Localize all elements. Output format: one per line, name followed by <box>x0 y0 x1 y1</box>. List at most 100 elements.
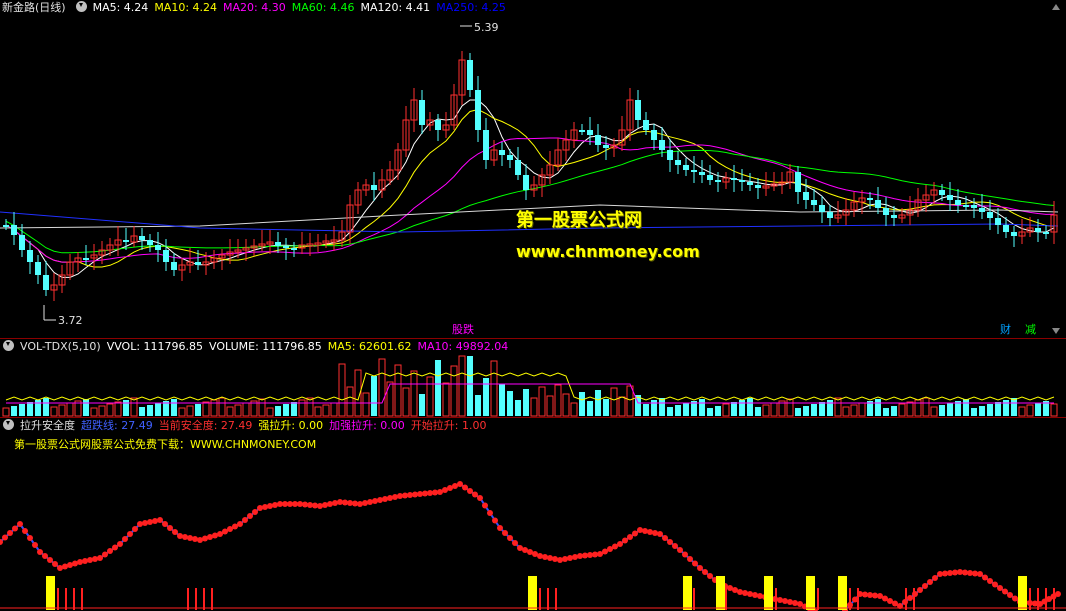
safety-dot <box>647 529 653 535</box>
ma60-line <box>5 149 1055 254</box>
safety-dot <box>87 557 93 563</box>
candlestick <box>155 232 161 262</box>
safety-dot <box>1002 588 1008 595</box>
safety-dot <box>267 503 273 509</box>
safety-dot <box>697 565 703 571</box>
safety-dot <box>632 530 638 537</box>
candlestick <box>123 228 129 250</box>
candlestick <box>442 112 450 138</box>
indicator-chart <box>0 481 1066 611</box>
volume-bar <box>659 398 665 416</box>
safety-dot <box>932 575 938 581</box>
safety-dot <box>1055 591 1061 597</box>
volume-bar <box>298 399 306 417</box>
candlestick <box>570 122 578 148</box>
volume-bar <box>458 355 466 417</box>
volume-bar <box>499 384 505 416</box>
safety-dot <box>617 541 623 547</box>
safety-dot <box>47 557 53 563</box>
candlestick <box>1018 219 1026 244</box>
event-tag-down[interactable]: 股跌 <box>452 322 474 336</box>
candlestick <box>419 90 425 134</box>
strong-signal-bar <box>806 576 815 610</box>
safety-dot <box>477 495 483 501</box>
volume-bar <box>202 401 210 417</box>
safety-dot <box>907 595 913 601</box>
safety-dot <box>572 554 578 560</box>
candlestick <box>43 261 49 296</box>
watermark-title: 第一股票公式网 <box>516 210 642 231</box>
candlestick <box>50 273 58 301</box>
safety-dot <box>537 553 543 559</box>
candlestick <box>722 172 730 189</box>
volume-bar <box>546 395 554 417</box>
volume-bar <box>43 398 49 416</box>
volume-bar <box>83 399 89 416</box>
scroll-down-icon[interactable] <box>1052 328 1060 334</box>
safety-dot <box>562 556 568 562</box>
safety-dot <box>127 531 133 537</box>
volume-bar <box>475 395 481 416</box>
volume-bar <box>106 403 114 417</box>
safety-dot <box>157 517 163 523</box>
volume-bar <box>386 381 394 417</box>
volume-bar <box>643 404 649 416</box>
volume-bar <box>1035 403 1041 416</box>
candlestick <box>354 182 362 214</box>
volume-bar <box>195 404 201 416</box>
price-chart: 5.39 3.72 股跌 财 减 <box>0 21 1059 336</box>
volume-bar <box>1003 400 1009 416</box>
candlestick <box>618 116 626 151</box>
indicator-panel[interactable]: 拉升安全度 超跌线: 27.49 当前安全度: 27.49 强拉升: 0.00 加强拉升… <box>0 418 1066 611</box>
high-price-label: 5.39 <box>474 21 499 34</box>
safety-dot <box>467 488 473 494</box>
volume-bar <box>1011 398 1017 416</box>
safety-dot <box>742 590 748 596</box>
safety-dot <box>257 505 263 511</box>
event-tag-finance[interactable]: 财 <box>1000 322 1011 336</box>
price-panel[interactable]: 新金路(日线) MA5: 4.24 MA10: 4.24 MA20: 4.30 MA60… <box>0 0 1066 338</box>
volume-bar <box>410 370 418 417</box>
volume-bar <box>1026 404 1034 417</box>
safety-dot <box>242 517 248 523</box>
candlestick <box>850 192 858 217</box>
safety-dot <box>382 496 388 502</box>
safety-dot <box>687 556 693 562</box>
volume-panel[interactable]: VOL-TDX(5,10) VVOL: 111796.85 VOLUME: 1117… <box>0 339 1066 417</box>
candlestick <box>114 226 122 256</box>
safety-dot <box>22 528 28 534</box>
safety-dot <box>622 537 628 544</box>
safety-dot <box>192 536 198 542</box>
event-tag-reduce[interactable]: 减 <box>1025 323 1036 336</box>
volume-bar <box>98 405 106 417</box>
volume-bar <box>338 363 346 417</box>
volume-bar <box>987 404 993 416</box>
volume-bar <box>707 408 713 416</box>
safety-dot <box>557 557 563 563</box>
volume-bar <box>2 407 10 417</box>
volume-bar <box>1050 403 1058 417</box>
volume-bar <box>906 401 914 417</box>
volume-bar <box>291 402 297 416</box>
volume-bar <box>610 387 618 417</box>
safety-dot <box>17 521 23 527</box>
candlestick <box>330 226 338 251</box>
safety-dot <box>82 558 88 564</box>
candlestick <box>83 245 89 265</box>
safety-dot <box>367 499 373 505</box>
candlestick <box>210 250 218 269</box>
candlestick <box>683 158 689 176</box>
candlestick <box>691 156 697 183</box>
safety-dot <box>682 551 688 558</box>
volume-bar <box>770 402 778 417</box>
volume-bar <box>178 407 186 417</box>
candlestick <box>458 51 466 105</box>
volume-bar <box>618 396 626 417</box>
safety-dot <box>657 531 663 537</box>
volume-bar <box>979 406 985 416</box>
volume-bar <box>603 399 609 416</box>
safety-dot <box>1007 592 1013 598</box>
candlestick <box>467 53 473 97</box>
candlestick <box>747 173 753 191</box>
safety-dot <box>542 554 548 560</box>
